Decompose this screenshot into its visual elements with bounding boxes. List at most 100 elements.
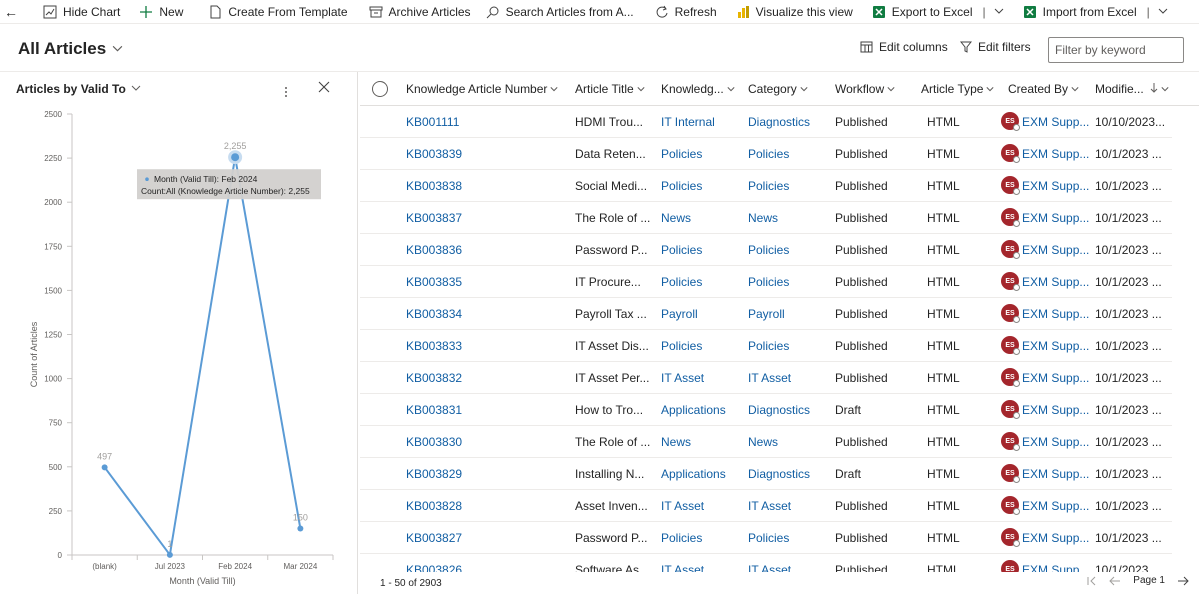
article-number-link[interactable]: KB003835 <box>406 275 462 289</box>
article-number-link[interactable]: KB003828 <box>406 499 462 513</box>
article-number-link[interactable]: KB003831 <box>406 403 462 417</box>
knowledge-base-link[interactable]: News <box>661 435 691 449</box>
next-page-icon[interactable] <box>1177 576 1189 586</box>
created-by-link[interactable]: EXM Supp... <box>1022 499 1089 513</box>
table-row[interactable]: KB003827 Password P... Policies Policies Pub… <box>360 522 1172 554</box>
article-number-link[interactable]: KB003837 <box>406 211 462 225</box>
category-link[interactable]: Policies <box>748 147 789 161</box>
article-number-link[interactable]: KB001111 <box>406 115 459 129</box>
knowledge-base-link[interactable]: Policies <box>661 147 702 161</box>
knowledge-base-link[interactable]: Applications <box>661 403 726 417</box>
table-row[interactable]: KB003830 The Role of ... News News Published… <box>360 426 1172 458</box>
table-row[interactable]: KB003834 Payroll Tax ... Payroll Payroll Pub… <box>360 298 1172 330</box>
export-excel-dropdown[interactable] <box>990 1 1008 23</box>
view-selector[interactable]: All Articles <box>18 39 123 59</box>
category-link[interactable]: Payroll <box>748 307 785 321</box>
knowledge-base-link[interactable]: IT Internal <box>661 115 715 129</box>
table-row[interactable]: KB003828 Asset Inven... IT Asset IT Asset Pu… <box>360 490 1172 522</box>
created-by-link[interactable]: EXM Supp... <box>1022 435 1089 449</box>
new-button[interactable]: New <box>132 1 189 23</box>
column-header-article-type[interactable]: Article Type <box>921 82 995 96</box>
article-number-link[interactable]: KB003832 <box>406 371 462 385</box>
category-link[interactable]: Diagnostics <box>748 403 810 417</box>
category-link[interactable]: News <box>748 211 778 225</box>
category-link[interactable]: Policies <box>748 531 789 545</box>
table-row[interactable]: KB003838 Social Medi... Policies Policies Pu… <box>360 170 1172 202</box>
table-row[interactable]: KB003833 IT Asset Dis... Policies Policies P… <box>360 330 1172 362</box>
category-link[interactable]: Policies <box>748 179 789 193</box>
category-link[interactable]: Policies <box>748 275 789 289</box>
table-row[interactable]: KB001111 HDMI Trou... IT Internal Diagnosti… <box>360 106 1172 138</box>
previous-page-icon[interactable] <box>1109 576 1121 586</box>
edit-columns-button[interactable]: Edit columns <box>860 40 948 54</box>
knowledge-base-link[interactable]: Policies <box>661 339 702 353</box>
archive-articles-button[interactable]: Archive Articles <box>362 1 477 23</box>
column-header-title[interactable]: Article Title <box>575 82 645 96</box>
article-number-link[interactable]: KB003827 <box>406 531 462 545</box>
created-by-link[interactable]: EXM Supp... <box>1022 467 1089 481</box>
article-number-link[interactable]: KB003829 <box>406 467 462 481</box>
category-link[interactable]: News <box>748 435 778 449</box>
column-header-modified[interactable]: Modifie... <box>1095 82 1169 96</box>
created-by-link[interactable]: EXM Supp... <box>1022 307 1089 321</box>
column-header-category[interactable]: Category <box>748 82 808 96</box>
select-all-checkbox[interactable] <box>372 81 388 97</box>
category-link[interactable]: Policies <box>748 339 789 353</box>
import-excel-button[interactable]: Import from Excel <box>1016 1 1143 23</box>
created-by-link[interactable]: EXM Supp... <box>1022 403 1089 417</box>
category-link[interactable]: IT Asset <box>748 499 791 513</box>
import-excel-dropdown[interactable] <box>1154 1 1172 23</box>
knowledge-base-link[interactable]: Policies <box>661 275 702 289</box>
created-by-link[interactable]: EXM Supp... <box>1022 147 1089 161</box>
vertical-scrollbar[interactable] <box>1185 72 1199 572</box>
filter-keyword-input[interactable] <box>1048 37 1184 63</box>
knowledge-base-link[interactable]: News <box>661 211 691 225</box>
edit-filters-button[interactable]: Edit filters <box>960 40 1031 54</box>
knowledge-base-link[interactable]: Policies <box>661 243 702 257</box>
table-row[interactable]: KB003835 IT Procure... Policies Policies Pub… <box>360 266 1172 298</box>
hide-chart-button[interactable]: Hide Chart <box>36 1 126 23</box>
category-link[interactable]: Diagnostics <box>748 115 810 129</box>
knowledge-base-link[interactable]: IT Asset <box>661 499 704 513</box>
category-link[interactable]: IT Asset <box>748 371 791 385</box>
created-by-link[interactable]: EXM Supp... <box>1022 275 1089 289</box>
knowledge-base-link[interactable]: Payroll <box>661 307 698 321</box>
created-by-link[interactable]: EXM Supp... <box>1022 243 1089 257</box>
category-link[interactable]: Diagnostics <box>748 467 810 481</box>
created-by-link[interactable]: EXM Supp... <box>1022 531 1089 545</box>
created-by-link[interactable]: EXM Supp... <box>1022 115 1089 129</box>
table-row[interactable]: KB003836 Password P... Policies Policies Pub… <box>360 234 1172 266</box>
article-number-link[interactable]: KB003836 <box>406 243 462 257</box>
created-by-link[interactable]: EXM Supp... <box>1022 339 1089 353</box>
knowledge-base-link[interactable]: Policies <box>661 179 702 193</box>
column-header-created-by[interactable]: Created By <box>1008 82 1079 96</box>
table-row[interactable]: KB003831 How to Tro... Applications Diagnos… <box>360 394 1172 426</box>
column-header-number[interactable]: Knowledge Article Number <box>406 82 558 96</box>
article-number-link[interactable]: KB003834 <box>406 307 462 321</box>
created-by-link[interactable]: EXM Supp... <box>1022 179 1089 193</box>
table-row[interactable]: KB003837 The Role of ... News News Published… <box>360 202 1172 234</box>
table-row[interactable]: KB003839 Data Reten... Policies Policies Pub… <box>360 138 1172 170</box>
category-link[interactable]: Policies <box>748 243 789 257</box>
chart-close-button[interactable] <box>318 81 330 96</box>
knowledge-base-link[interactable]: IT Asset <box>661 371 704 385</box>
created-by-link[interactable]: EXM Supp... <box>1022 371 1089 385</box>
article-number-link[interactable]: KB003826 <box>406 563 462 572</box>
chart-more-button[interactable] <box>284 86 288 101</box>
category-link[interactable]: IT Asset <box>748 563 791 572</box>
created-by-link[interactable]: EXM Supp... <box>1022 211 1089 225</box>
article-number-link[interactable]: KB003833 <box>406 339 462 353</box>
search-articles-button[interactable]: Search Articles from A... <box>479 1 640 23</box>
export-excel-button[interactable]: Export to Excel <box>865 1 979 23</box>
article-number-link[interactable]: KB003839 <box>406 147 462 161</box>
knowledge-base-link[interactable]: Applications <box>661 467 726 481</box>
column-header-knowledge[interactable]: Knowledg... <box>661 82 735 96</box>
visualize-button[interactable]: Visualize this view <box>729 1 859 23</box>
article-number-link[interactable]: KB003838 <box>406 179 462 193</box>
knowledge-base-link[interactable]: Policies <box>661 531 702 545</box>
create-from-template-button[interactable]: Create From Template <box>201 1 353 23</box>
created-by-link[interactable]: EXM Supp... <box>1022 563 1089 572</box>
back-button[interactable]: ← <box>0 1 22 23</box>
article-number-link[interactable]: KB003830 <box>406 435 462 449</box>
knowledge-base-link[interactable]: IT Asset <box>661 563 704 572</box>
